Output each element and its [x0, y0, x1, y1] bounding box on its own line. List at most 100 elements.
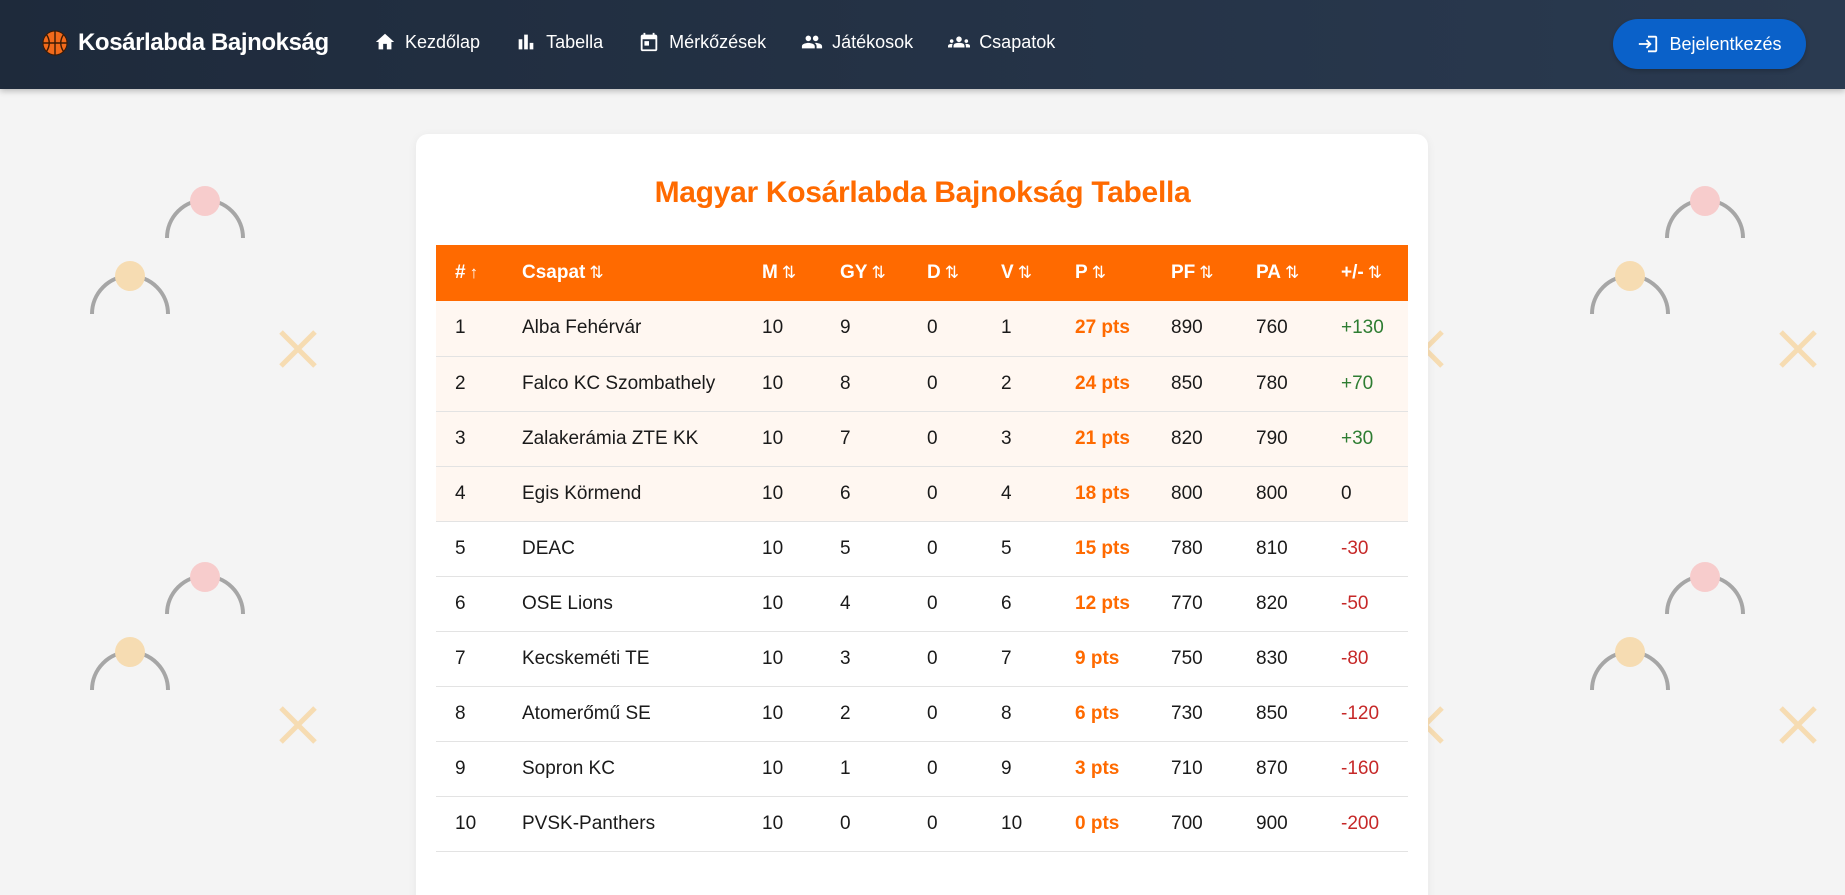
play-diagram-right-bottom	[1590, 562, 1817, 744]
wins-cell: 0	[840, 812, 851, 834]
column-header-point-diff[interactable]: +/- ⇅	[1322, 245, 1408, 301]
point-diff-cell: -50	[1341, 592, 1369, 614]
points-for-cell: 770	[1171, 592, 1203, 614]
table-row[interactable]: 9 Sopron KC 10 1 0 9 3 pts 710 870 -160	[436, 741, 1408, 796]
draws-cell: 0	[927, 537, 938, 559]
nav-item-jatekosok[interactable]: Játékosok	[801, 31, 913, 53]
rank-cell: 5	[455, 537, 466, 559]
losses-cell: 1	[1001, 317, 1012, 339]
points-against-cell: 760	[1256, 317, 1288, 339]
login-button[interactable]: Bejelentkezés	[1613, 19, 1806, 69]
losses-cell: 6	[1001, 592, 1012, 614]
column-header-rank[interactable]: # ↑	[436, 245, 503, 301]
column-header-wins[interactable]: GY ⇅	[821, 245, 908, 301]
points-for-cell: 820	[1171, 427, 1203, 449]
team-name: Falco KC Szombathely	[522, 372, 716, 394]
points-cell: 24 pts	[1075, 372, 1130, 394]
column-header-label: V	[1001, 262, 1014, 283]
rank-cell: 9	[455, 757, 466, 779]
column-header-points-for[interactable]: PF ⇅	[1152, 245, 1237, 301]
column-header-points-against[interactable]: PA ⇅	[1237, 245, 1322, 301]
table-row[interactable]: 5 DEAC 10 5 0 5 15 pts 780 810 -30	[436, 521, 1408, 576]
played-cell: 10	[762, 592, 784, 614]
nav-item-tabella[interactable]: Tabella	[515, 31, 603, 53]
home-icon	[375, 33, 395, 50]
table-body: 1 Alba Fehérvár 10 9 0 1 27 pts 890 760 +130 2 Falc…	[436, 301, 1408, 851]
login-icon	[1639, 35, 1658, 53]
point-diff-cell: -80	[1341, 647, 1369, 669]
points-against-cell: 870	[1256, 757, 1288, 779]
column-header-played[interactable]: M ⇅	[743, 245, 821, 301]
point-diff-cell: 0	[1341, 482, 1352, 504]
column-header-label: GY	[840, 262, 868, 283]
points-cell: 15 pts	[1075, 537, 1130, 559]
nav-item-merkozesek[interactable]: Mérkőzések	[638, 31, 766, 53]
points-cell: 3 pts	[1075, 757, 1120, 779]
column-header-losses[interactable]: V ⇅	[982, 245, 1056, 301]
losses-cell: 5	[1001, 537, 1012, 559]
points-against-cell: 800	[1256, 482, 1288, 504]
sort-ascending-icon: ↑	[469, 263, 479, 282]
losses-cell: 4	[1001, 482, 1012, 504]
points-cell: 9 pts	[1075, 647, 1120, 669]
table-row[interactable]: 2 Falco KC Szombathely 10 8 0 2 24 pts 850 780 +7…	[436, 356, 1408, 411]
table-row[interactable]: 1 Alba Fehérvár 10 9 0 1 27 pts 890 760 +130	[436, 301, 1408, 356]
basketball-icon	[42, 30, 68, 56]
rank-cell: 3	[455, 427, 466, 449]
draws-cell: 0	[927, 372, 938, 394]
column-header-label: M	[762, 262, 778, 283]
nav-item-csapatok[interactable]: Csapatok	[948, 31, 1055, 53]
point-diff-cell: +70	[1341, 372, 1374, 394]
played-cell: 10	[762, 482, 784, 504]
table-row[interactable]: 4 Egis Körmend 10 6 0 4 18 pts 800 800 0	[436, 466, 1408, 521]
played-cell: 10	[762, 812, 784, 834]
wins-cell: 3	[840, 647, 851, 669]
team-name: Sopron KC	[522, 757, 615, 779]
table-row[interactable]: 6 OSE Lions 10 4 0 6 12 pts 770 820 -50	[436, 576, 1408, 631]
points-for-cell: 780	[1171, 537, 1203, 559]
points-cell: 27 pts	[1075, 317, 1130, 339]
column-header-points[interactable]: P ⇅	[1056, 245, 1152, 301]
nav-item-label: Mérkőzések	[669, 31, 767, 52]
draws-cell: 0	[927, 317, 938, 339]
column-header-draws[interactable]: D ⇅	[908, 245, 982, 301]
wins-cell: 8	[840, 372, 851, 394]
draws-cell: 0	[927, 757, 938, 779]
play-diagram-left-bottom	[90, 562, 317, 744]
sort-icon: ⇅	[1017, 263, 1032, 282]
main-nav: Kezdőlap Tabella Mérkőzések Játékosok Cs…	[374, 31, 1090, 53]
calendar-icon	[640, 32, 658, 52]
played-cell: 10	[762, 427, 784, 449]
table-row[interactable]: 10 PVSK-Panthers 10 0 0 10 0 pts 700 900 -200	[436, 796, 1408, 851]
losses-cell: 3	[1001, 427, 1012, 449]
sort-icon: ⇅	[871, 263, 886, 282]
groups-icon	[948, 36, 971, 48]
draws-cell: 0	[927, 427, 938, 449]
bar-chart-icon	[518, 34, 534, 50]
sort-icon: ⇅	[1367, 263, 1382, 282]
nav-item-kezdolap[interactable]: Kezdőlap	[374, 31, 480, 53]
play-diagram-right-top	[1590, 186, 1817, 368]
points-cell: 21 pts	[1075, 427, 1130, 449]
column-header-label: #	[455, 262, 466, 283]
table-row[interactable]: 3 Zalakerámia ZTE KK 10 7 0 3 21 pts 820 790 +30	[436, 411, 1408, 466]
points-cell: 12 pts	[1075, 592, 1130, 614]
nav-item-label: Kezdőlap	[405, 31, 481, 52]
wins-cell: 7	[840, 427, 851, 449]
top-navbar: Kosárlabda Bajnokság Kezdőlap Tabella Mé…	[0, 0, 1845, 89]
rank-cell: 6	[455, 592, 466, 614]
losses-cell: 8	[1001, 702, 1012, 724]
column-header-label: +/-	[1341, 262, 1364, 283]
sort-icon: ⇅	[1284, 263, 1300, 282]
table-row[interactable]: 7 Kecskeméti TE 10 3 0 7 9 pts 750 830 -80	[436, 631, 1408, 686]
team-name: Atomerőmű SE	[522, 702, 651, 724]
brand-logo[interactable]: Kosárlabda Bajnokság	[42, 29, 329, 57]
played-cell: 10	[762, 537, 784, 559]
wins-cell: 1	[840, 757, 851, 779]
team-name: PVSK-Panthers	[522, 812, 656, 834]
table-row[interactable]: 8 Atomerőmű SE 10 2 0 8 6 pts 730 850 -120	[436, 686, 1408, 741]
nav-item-label: Tabella	[546, 31, 604, 52]
points-against-cell: 790	[1256, 427, 1288, 449]
column-header-label: Csapat	[522, 262, 586, 283]
column-header-team[interactable]: Csapat ⇅	[503, 245, 743, 301]
